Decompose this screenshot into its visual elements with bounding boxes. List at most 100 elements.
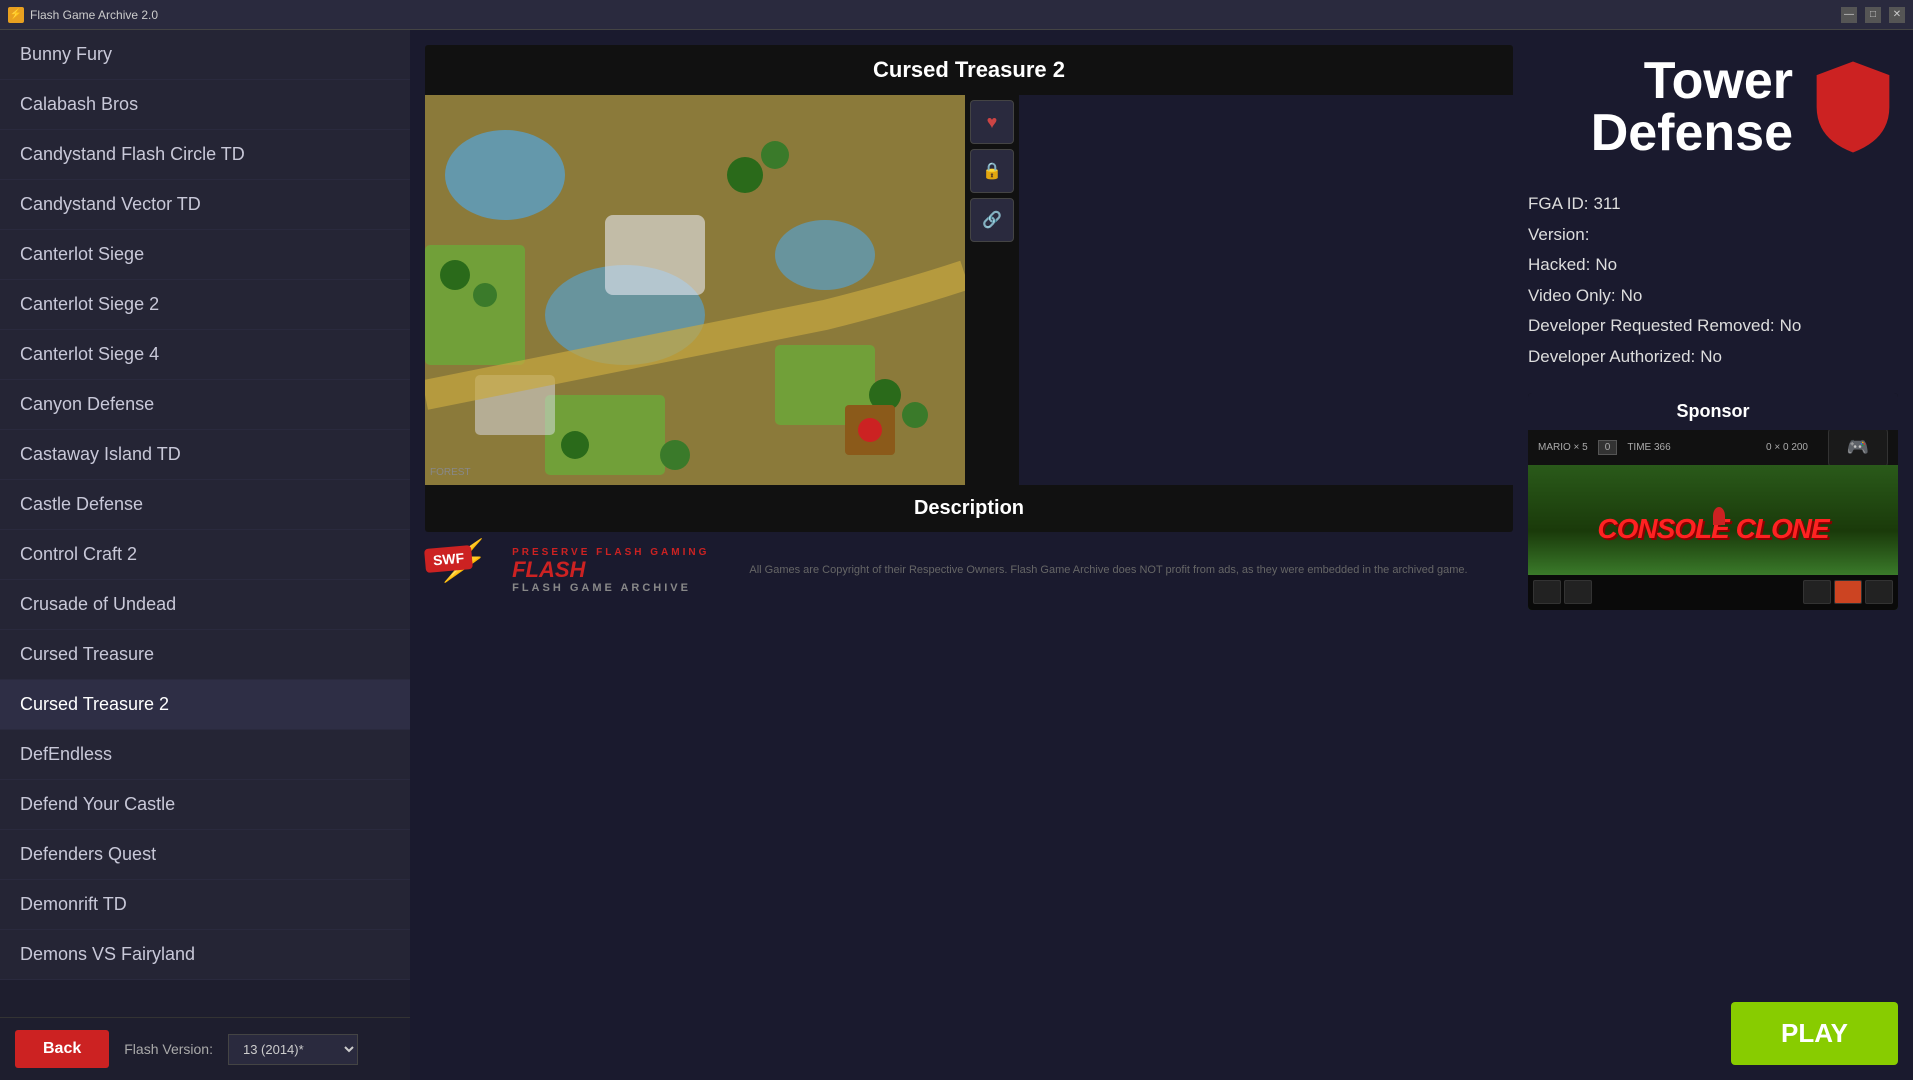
sponsor-score: 0 xyxy=(1598,440,1618,455)
game-viewport-row: FOREST ♥ 🔒 🔗 xyxy=(425,95,1513,485)
game-info-panel: FGA ID: 311 Version: Hacked: No Video On… xyxy=(1528,184,1898,378)
gamepad-symbol: 🎮 xyxy=(1847,437,1869,458)
sidebar-item-canterlot-siege-2[interactable]: Canterlot Siege 2 xyxy=(0,280,410,330)
title-bar: ⚡ Flash Game Archive 2.0 — □ ✕ xyxy=(0,0,1913,30)
sidebar-item-label: Bunny Fury xyxy=(20,44,112,64)
flash-logo-text: PRESERVE FLASH GAMING FLASH FLASH GAME A… xyxy=(512,547,709,594)
sidebar-item-label: Canterlot Siege 4 xyxy=(20,344,159,364)
close-button[interactable]: ✕ xyxy=(1889,7,1905,23)
controller-icon: 🎮 xyxy=(1828,430,1888,470)
sidebar-item-castle-defense[interactable]: Castle Defense xyxy=(0,480,410,530)
sidebar-item-label: DefEndless xyxy=(20,744,112,764)
sidebar-list: Bunny Fury Calabash Bros Candystand Flas… xyxy=(0,30,410,1017)
description-label: Description xyxy=(914,497,1024,519)
sidebar-item-candystand-flash-circle-td[interactable]: Candystand Flash Circle TD xyxy=(0,130,410,180)
sidebar-item-cursed-treasure-2[interactable]: Cursed Treasure 2 xyxy=(0,680,410,730)
video-only-label: Video Only: xyxy=(1528,281,1616,312)
sidebar-item-label: Canterlot Siege 2 xyxy=(20,294,159,314)
sidebar-item-label: Canterlot Siege xyxy=(20,244,144,264)
sponsor-image: MARIO × 5 0 TIME 366 0 × 0 200 🎮 xyxy=(1528,430,1898,610)
sidebar-item-defend-your-castle[interactable]: Defend Your Castle xyxy=(0,780,410,830)
genre-header: TowerDefense xyxy=(1528,45,1898,169)
lock-icon: 🔒 xyxy=(982,161,1002,181)
sidebar-item-label: Defend Your Castle xyxy=(20,794,175,814)
sponsor-title: Sponsor xyxy=(1528,393,1898,430)
flash-version-label: Flash Version: xyxy=(124,1041,213,1057)
sponsor-section: Sponsor MARIO × 5 0 TIME 366 0 × 0 200 xyxy=(1528,393,1898,610)
copyright-text: All Games are Copyright of their Respect… xyxy=(749,562,1513,579)
sponsor-hud-text: MARIO × 5 xyxy=(1538,442,1588,453)
game-title-bar: Cursed Treasure 2 xyxy=(425,45,1513,95)
sidebar-item-label: Crusade of Undead xyxy=(20,594,176,614)
flash-text: FL xyxy=(512,557,539,582)
footer-area: SWF ⚡ PRESERVE FLASH GAMING FLASH FLASH … xyxy=(425,547,1513,599)
lock-button[interactable]: 🔒 xyxy=(970,149,1014,193)
sidebar-item-canyon-defense[interactable]: Canyon Defense xyxy=(0,380,410,430)
sidebar-bottom: Back Flash Version: 13 (2014)* 11 12 14 xyxy=(0,1017,410,1080)
minimize-button[interactable]: — xyxy=(1841,7,1857,23)
game-character xyxy=(1713,507,1725,525)
copyright: All Games are Copyright of their Respect… xyxy=(749,562,1513,579)
favorite-button[interactable]: ♥ xyxy=(970,100,1014,144)
video-only-row: Video Only: No xyxy=(1528,281,1898,312)
game-viewport[interactable]: FOREST xyxy=(425,95,965,485)
main-container: Bunny Fury Calabash Bros Candystand Flas… xyxy=(0,30,1913,1080)
genre-title: TowerDefense xyxy=(1591,55,1793,159)
flash-version-select[interactable]: 13 (2014)* 11 12 14 xyxy=(228,1034,358,1065)
shield-icon xyxy=(1808,57,1898,157)
sidebar-item-demons-vs-fairyland[interactable]: Demons VS Fairyland xyxy=(0,930,410,980)
hacked-row: Hacked: No xyxy=(1528,250,1898,281)
sidebar-item-castaway-island-td[interactable]: Castaway Island TD xyxy=(0,430,410,480)
fga-id-value: 311 xyxy=(1593,189,1620,220)
sponsor-btn-2 xyxy=(1564,580,1592,604)
game-description-bar: Description xyxy=(425,485,1513,532)
dev-removed-row: Developer Requested Removed: No xyxy=(1528,311,1898,342)
sidebar-item-cursed-treasure[interactable]: Cursed Treasure xyxy=(0,630,410,680)
sidebar-item-calabash-bros[interactable]: Calabash Bros xyxy=(0,80,410,130)
sidebar-item-defendless[interactable]: DefEndless xyxy=(0,730,410,780)
sidebar-item-label: Demonrift TD xyxy=(20,894,127,914)
back-button[interactable]: Back xyxy=(15,1030,109,1068)
sponsor-btn-4 xyxy=(1865,580,1893,604)
dev-removed-value: No xyxy=(1780,311,1802,342)
game-section: Cursed Treasure 2 xyxy=(425,45,1898,1065)
archive-name: FLASH xyxy=(512,558,709,582)
content-area: Cursed Treasure 2 xyxy=(410,30,1913,1080)
play-button-container: PLAY xyxy=(1528,992,1898,1065)
restore-button[interactable]: □ xyxy=(1865,7,1881,23)
sidebar-item-label: Demons VS Fairyland xyxy=(20,944,195,964)
sidebar-item-label: Defenders Quest xyxy=(20,844,156,864)
fga-id-row: FGA ID: 311 xyxy=(1528,189,1898,220)
flash-logo-container: SWF ⚡ PRESERVE FLASH GAMING FLASH FLASH … xyxy=(425,547,709,594)
sidebar-item-bunny-fury[interactable]: Bunny Fury xyxy=(0,30,410,80)
sidebar-item-canterlot-siege[interactable]: Canterlot Siege xyxy=(0,230,410,280)
svg-text:FOREST: FOREST xyxy=(430,467,471,478)
sidebar-item-label: Calabash Bros xyxy=(20,94,138,114)
sponsor-btn-1 xyxy=(1533,580,1561,604)
sidebar-item-crusade-of-undead[interactable]: Crusade of Undead xyxy=(0,580,410,630)
game-main: Cursed Treasure 2 xyxy=(425,45,1513,1065)
sidebar-item-canterlot-siege-4[interactable]: Canterlot Siege 4 xyxy=(0,330,410,380)
sidebar-item-label: Castaway Island TD xyxy=(20,444,181,464)
sidebar-item-candystand-vector-td[interactable]: Candystand Vector TD xyxy=(0,180,410,230)
sponsor-time: TIME 366 xyxy=(1627,442,1670,453)
video-only-value: No xyxy=(1621,281,1643,312)
hacked-value: No xyxy=(1595,250,1617,281)
genre-title-container: TowerDefense xyxy=(1591,55,1793,159)
sponsor-game-area: CONSOLE CLONE xyxy=(1528,465,1898,575)
sidebar-item-label: Control Craft 2 xyxy=(20,544,137,564)
link-icon: 🔗 xyxy=(982,210,1002,230)
sidebar-item-control-craft-2[interactable]: Control Craft 2 xyxy=(0,530,410,580)
sidebar-item-label: Candystand Vector TD xyxy=(20,194,201,214)
sponsor-top-bar: MARIO × 5 0 TIME 366 0 × 0 200 🎮 xyxy=(1528,430,1898,465)
right-panel: TowerDefense FGA ID: 311 Version: xyxy=(1528,45,1898,1065)
dev-removed-label: Developer Requested Removed: xyxy=(1528,311,1775,342)
sidebar-item-demonrift-td[interactable]: Demonrift TD xyxy=(0,880,410,930)
archive-label: FLASH GAME ARCHIVE xyxy=(512,582,709,594)
sponsor-btn-3 xyxy=(1803,580,1831,604)
link-button[interactable]: 🔗 xyxy=(970,198,1014,242)
game-controls-sidebar: ♥ 🔒 🔗 xyxy=(965,95,1019,485)
play-button[interactable]: PLAY xyxy=(1731,1002,1898,1065)
sidebar-item-defenders-quest[interactable]: Defenders Quest xyxy=(0,830,410,880)
game-map-svg: FOREST xyxy=(425,95,965,485)
